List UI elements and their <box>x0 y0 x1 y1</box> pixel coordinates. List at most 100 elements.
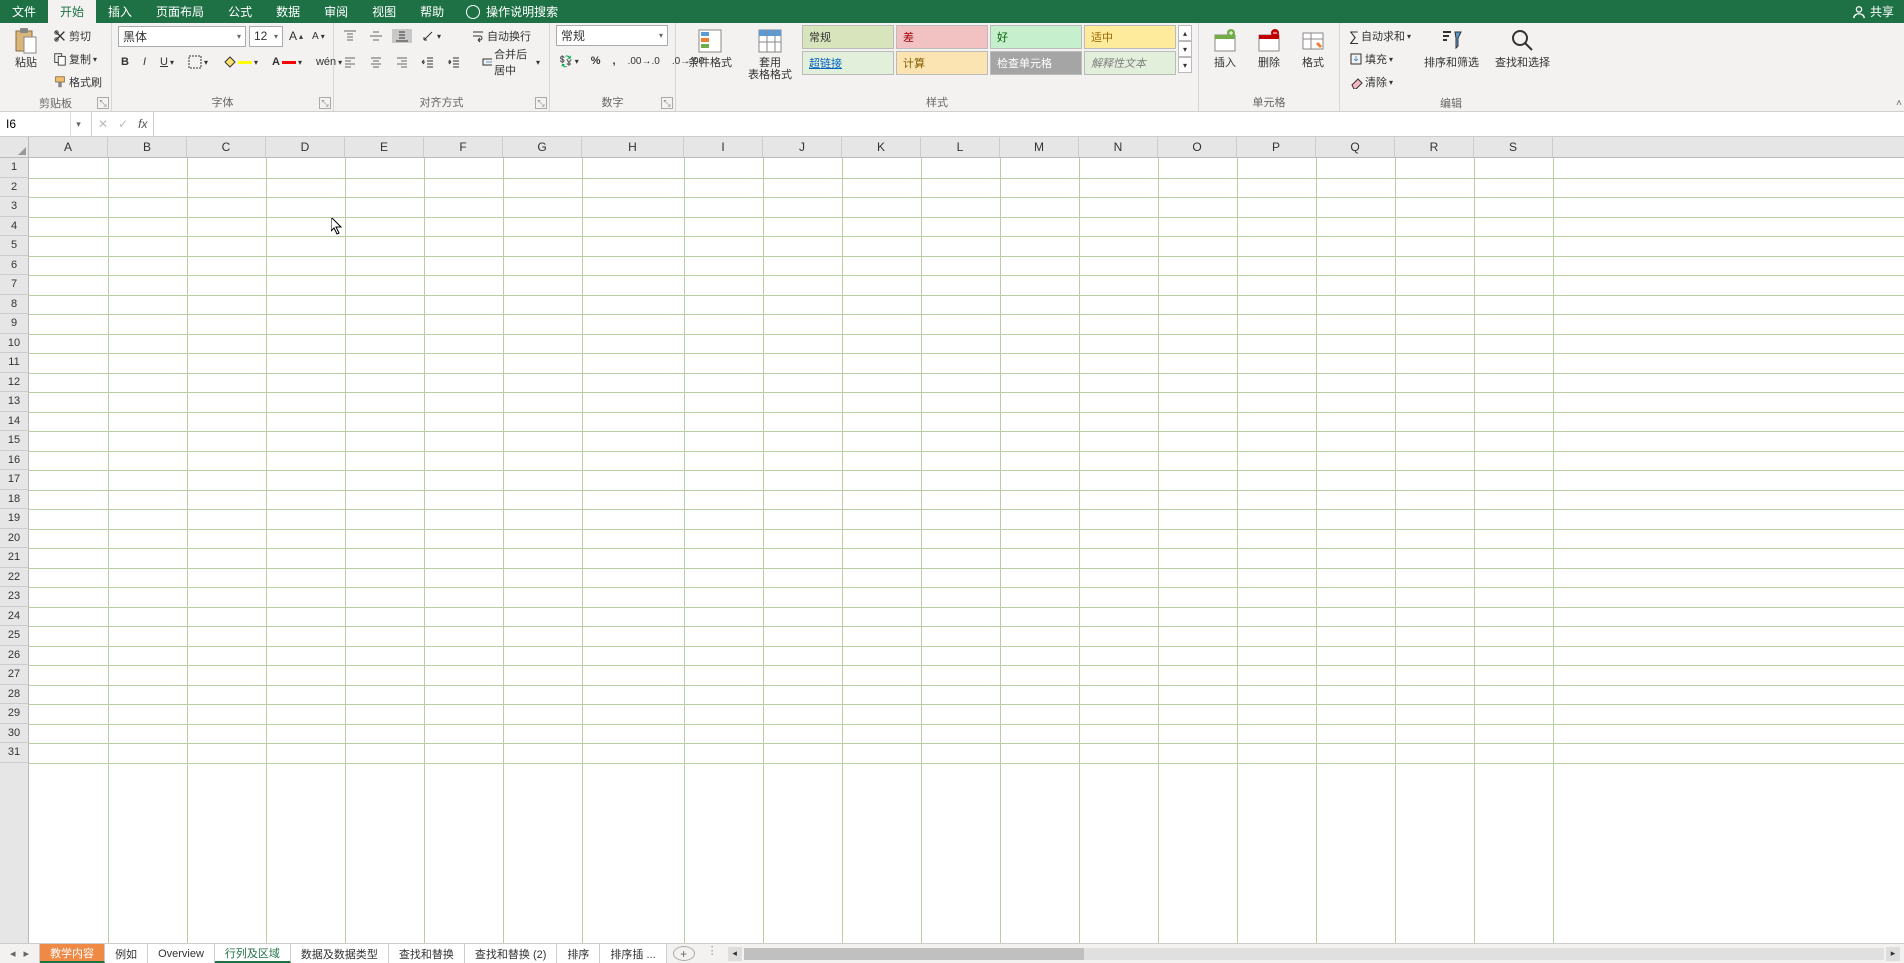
tab-page-layout[interactable]: 页面布局 <box>144 0 216 23</box>
row-header-3[interactable]: 3 <box>0 197 28 217</box>
alignment-dialog-launcher[interactable]: ⤡ <box>535 97 547 109</box>
tab-home[interactable]: 开始 <box>48 0 96 23</box>
clear-button[interactable]: 清除▾ <box>1346 71 1414 93</box>
fill-color-button[interactable]: ▾ <box>219 55 261 69</box>
row-header-18[interactable]: 18 <box>0 490 28 510</box>
sheet-tab-8[interactable]: 排序插 ... <box>600 944 666 963</box>
row-header-25[interactable]: 25 <box>0 626 28 646</box>
underline-button[interactable]: U▾ <box>157 56 177 68</box>
comma-button[interactable]: , <box>610 55 619 67</box>
align-left-button[interactable] <box>340 55 360 69</box>
row-header-4[interactable]: 4 <box>0 217 28 237</box>
row-header-6[interactable]: 6 <box>0 256 28 276</box>
row-header-11[interactable]: 11 <box>0 353 28 373</box>
sheet-nav-first[interactable]: ◂ <box>10 947 16 960</box>
column-header-F[interactable]: F <box>424 137 503 157</box>
column-header-J[interactable]: J <box>763 137 842 157</box>
italic-button[interactable]: I <box>140 56 149 68</box>
style-good[interactable]: 好 <box>990 25 1082 49</box>
column-header-E[interactable]: E <box>345 137 424 157</box>
column-header-S[interactable]: S <box>1474 137 1553 157</box>
sheet-tab-1[interactable]: 例如 <box>105 944 148 963</box>
percent-button[interactable]: % <box>588 55 604 67</box>
row-header-20[interactable]: 20 <box>0 529 28 549</box>
style-calculation[interactable]: 计算 <box>896 51 988 75</box>
row-header-14[interactable]: 14 <box>0 412 28 432</box>
row-header-17[interactable]: 17 <box>0 470 28 490</box>
column-header-K[interactable]: K <box>842 137 921 157</box>
tab-insert[interactable]: 插入 <box>96 0 144 23</box>
style-hyperlink[interactable]: 超链接 <box>802 51 894 75</box>
row-header-30[interactable]: 30 <box>0 724 28 744</box>
font-dialog-launcher[interactable]: ⤡ <box>319 97 331 109</box>
clipboard-dialog-launcher[interactable]: ⤡ <box>97 97 109 109</box>
sheet-tab-2[interactable]: Overview <box>148 944 215 963</box>
row-header-21[interactable]: 21 <box>0 548 28 568</box>
bold-button[interactable]: B <box>118 56 132 68</box>
share-button[interactable]: 共享 <box>1842 0 1904 23</box>
cut-button[interactable]: 剪切 <box>50 25 105 47</box>
border-button[interactable]: ▾ <box>185 55 211 69</box>
gallery-up-button[interactable]: ▴ <box>1178 25 1192 41</box>
style-neutral[interactable]: 适中 <box>1084 25 1176 49</box>
fill-button[interactable]: 填充▾ <box>1346 48 1414 70</box>
tab-help[interactable]: 帮助 <box>408 0 456 23</box>
column-header-L[interactable]: L <box>921 137 1000 157</box>
gallery-down-button[interactable]: ▾ <box>1178 41 1192 57</box>
wrap-text-button[interactable]: 自动换行 <box>468 28 534 44</box>
sheet-tab-6[interactable]: 查找和替换 (2) <box>465 944 558 963</box>
row-header-24[interactable]: 24 <box>0 607 28 627</box>
scroll-right-button[interactable]: ▸ <box>1886 947 1900 961</box>
scroll-left-button[interactable]: ◂ <box>728 947 742 961</box>
tab-review[interactable]: 审阅 <box>312 0 360 23</box>
sort-filter-button[interactable]: 排序和筛选 <box>1418 25 1485 71</box>
column-header-Q[interactable]: Q <box>1316 137 1395 157</box>
row-header-27[interactable]: 27 <box>0 665 28 685</box>
format-cells-button[interactable]: 格式 <box>1293 25 1333 71</box>
cancel-formula-button[interactable]: ✕ <box>98 117 108 131</box>
column-header-P[interactable]: P <box>1237 137 1316 157</box>
tab-file[interactable]: 文件 <box>0 0 48 23</box>
align-bottom-button[interactable] <box>392 29 412 43</box>
row-header-2[interactable]: 2 <box>0 178 28 198</box>
align-center-button[interactable] <box>366 55 386 69</box>
name-box-dropdown[interactable]: ▾ <box>70 112 86 136</box>
column-header-M[interactable]: M <box>1000 137 1079 157</box>
row-header-15[interactable]: 15 <box>0 431 28 451</box>
row-header-26[interactable]: 26 <box>0 646 28 666</box>
accounting-format-button[interactable]: 💱▾ <box>556 55 582 68</box>
insert-function-button[interactable]: fx <box>138 117 147 131</box>
collapse-ribbon-button[interactable]: ˄ <box>1896 98 1902 109</box>
sheet-tab-5[interactable]: 查找和替换 <box>389 944 465 963</box>
increase-decimal-button[interactable]: .00→.0 <box>625 56 663 67</box>
find-select-button[interactable]: 查找和选择 <box>1489 25 1556 71</box>
column-header-C[interactable]: C <box>187 137 266 157</box>
copy-button[interactable]: 复制 ▾ <box>50 48 105 70</box>
format-as-table-button[interactable]: 套用 表格格式 <box>742 25 798 83</box>
decrease-indent-button[interactable] <box>418 55 438 69</box>
enter-formula-button[interactable]: ✓ <box>118 117 128 131</box>
number-dialog-launcher[interactable]: ⤡ <box>661 97 673 109</box>
row-header-7[interactable]: 7 <box>0 275 28 295</box>
row-header-8[interactable]: 8 <box>0 295 28 315</box>
scroll-track[interactable] <box>744 948 1884 960</box>
orientation-button[interactable]: ▾ <box>418 29 444 43</box>
column-header-H[interactable]: H <box>582 137 684 157</box>
conditional-format-button[interactable]: 条件格式 <box>682 25 738 71</box>
column-header-A[interactable]: A <box>29 137 108 157</box>
align-right-button[interactable] <box>392 55 412 69</box>
column-header-D[interactable]: D <box>266 137 345 157</box>
style-bad[interactable]: 差 <box>896 25 988 49</box>
increase-indent-button[interactable] <box>444 55 464 69</box>
row-header-29[interactable]: 29 <box>0 704 28 724</box>
format-painter-button[interactable]: 格式刷 <box>50 71 105 93</box>
row-header-19[interactable]: 19 <box>0 509 28 529</box>
row-header-13[interactable]: 13 <box>0 392 28 412</box>
new-sheet-button[interactable]: + <box>673 946 695 961</box>
tab-data[interactable]: 数据 <box>264 0 312 23</box>
column-header-R[interactable]: R <box>1395 137 1474 157</box>
tab-formulas[interactable]: 公式 <box>216 0 264 23</box>
number-format-combo[interactable]: 常规▾ <box>556 25 668 46</box>
style-normal[interactable]: 常规 <box>802 25 894 49</box>
row-header-31[interactable]: 31 <box>0 743 28 763</box>
